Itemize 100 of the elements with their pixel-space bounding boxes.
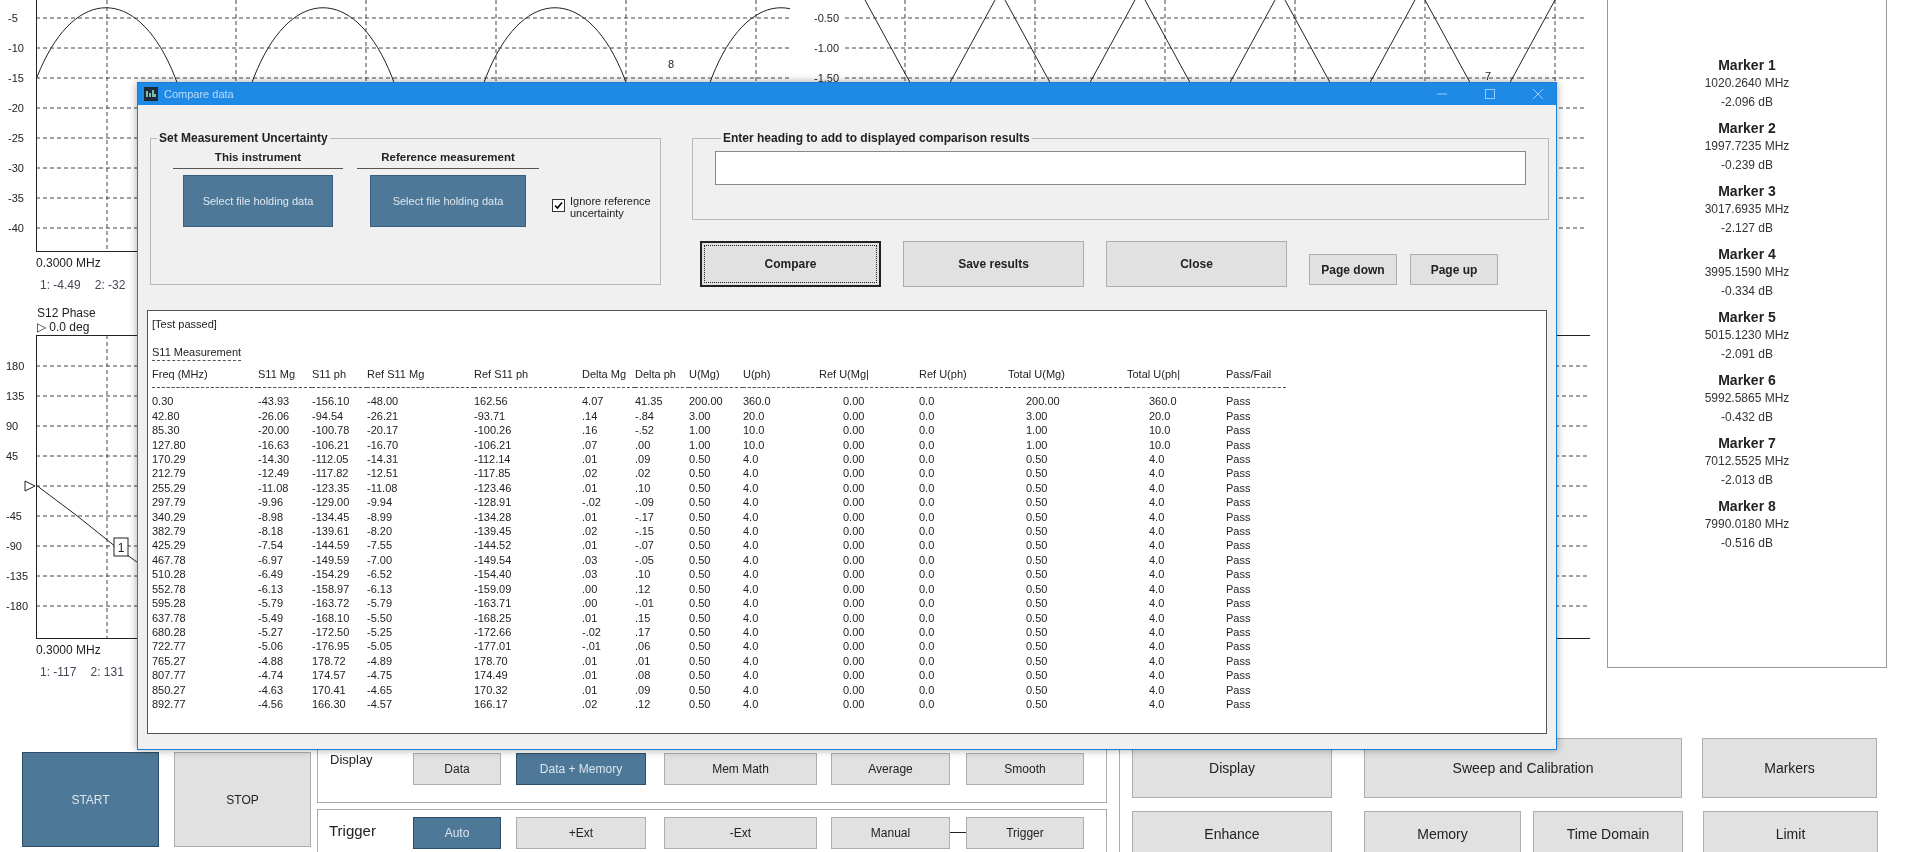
table-cell-text: -106.21 xyxy=(474,437,513,453)
table-cell: 178.72 xyxy=(312,653,367,669)
table-cell: 4.0 xyxy=(1127,567,1226,582)
menu-button[interactable]: Memory xyxy=(1364,811,1521,852)
table-cell: 425.29 xyxy=(152,538,258,553)
table-cell-text: Pass xyxy=(1226,596,1252,611)
table-cell: -5.79 xyxy=(258,596,312,611)
table-cell: 765.27 xyxy=(152,653,258,669)
table-cell: 4.0 xyxy=(1127,639,1226,654)
action-button[interactable]: Save results xyxy=(903,241,1084,287)
table-cell: -149.59 xyxy=(312,552,367,568)
table-cell-text: 4.0 xyxy=(743,466,760,481)
display-option-button[interactable]: Mem Math xyxy=(664,753,817,785)
maximize-icon[interactable] xyxy=(1484,88,1496,100)
table-cell: 0.00 xyxy=(819,653,919,669)
table-cell-text: 0.50 xyxy=(1025,610,1049,625)
action-button[interactable]: Close xyxy=(1106,241,1287,287)
display-option-button[interactable]: Average xyxy=(831,753,950,785)
table-cell-text: 20.0 xyxy=(743,408,766,424)
table-cell-text: Pass xyxy=(1226,653,1252,669)
window-title: Compare data xyxy=(164,88,234,100)
table-cell-text: Pass xyxy=(1226,610,1252,625)
table-cell: -94.54 xyxy=(312,408,367,424)
table-cell: 0.00 xyxy=(819,495,919,510)
table-cell: .10 xyxy=(635,567,689,582)
marker-name: Marker 1 xyxy=(1718,56,1776,74)
table-cell: 0.50 xyxy=(689,552,743,568)
trigger-option-button[interactable]: Manual xyxy=(831,816,950,849)
select-file-button[interactable]: Select file holding data xyxy=(370,175,526,227)
table-cell: 0.50 xyxy=(689,639,743,654)
run-button[interactable]: STOP xyxy=(174,752,311,847)
table-cell: 680.28 xyxy=(152,624,258,640)
group-title: Set Measurement Uncertainty xyxy=(158,131,329,145)
display-option-button[interactable]: Data xyxy=(413,753,501,785)
trigger-option-button[interactable]: Auto xyxy=(413,816,501,849)
page-button[interactable]: Page down xyxy=(1309,254,1397,285)
table-cell: -154.29 xyxy=(312,567,367,582)
table-cell-text: 4.0 xyxy=(743,696,760,712)
table-cell: -.84 xyxy=(635,408,689,424)
table-cell: .02 xyxy=(635,466,689,481)
group-label: Trigger xyxy=(329,821,376,839)
table-cell: -8.99 xyxy=(367,509,474,525)
heading-input-field[interactable] xyxy=(715,151,1526,185)
table-cell: .00 xyxy=(635,437,689,453)
table-cell-text: 0.50 xyxy=(1025,495,1049,510)
axis-tick-label: -10 xyxy=(7,41,25,56)
table-cell-text: 4.0 xyxy=(743,610,760,625)
table-cell: -5.49 xyxy=(258,610,312,625)
marker-frequency: 3017.6935 MHz xyxy=(1704,201,1790,218)
menu-button[interactable]: Markers xyxy=(1702,738,1877,798)
table-cell-text: 0.50 xyxy=(1025,567,1049,582)
table-cell-text: 0.0 xyxy=(919,495,936,510)
table-cell-text: 1.00 xyxy=(1025,437,1049,453)
table-cell: 0.50 xyxy=(689,480,743,496)
display-option-button[interactable]: Data + Memory xyxy=(516,753,646,785)
table-cell-text: 0.0 xyxy=(919,696,936,712)
menu-button[interactable]: Enhance xyxy=(1132,811,1332,852)
table-cell: 0.00 xyxy=(819,423,919,438)
table-cell: 0.50 xyxy=(689,524,743,539)
trigger-option-button[interactable]: -Ext xyxy=(664,816,817,849)
marker-frequency: 5015.1230 MHz xyxy=(1704,327,1790,344)
table-cell: -117.82 xyxy=(312,466,367,481)
table-cell-text: 0.50 xyxy=(1025,552,1049,568)
close-icon[interactable] xyxy=(1532,88,1544,100)
marker-frequency: 3995.1590 MHz xyxy=(1704,264,1790,281)
run-button[interactable]: START xyxy=(22,752,159,847)
table-cell: .03 xyxy=(582,552,635,568)
display-option-button[interactable]: Smooth xyxy=(966,753,1084,785)
table-cell-text: Pass xyxy=(1226,624,1252,640)
table-cell-text: 4.0 xyxy=(743,538,760,553)
action-button[interactable]: Compare xyxy=(700,241,881,287)
table-cell: 0.50 xyxy=(689,495,743,510)
table-cell: -20.00 xyxy=(258,423,312,438)
reference-triangle-icon xyxy=(24,480,36,492)
trigger-option-button[interactable]: +Ext xyxy=(516,816,646,849)
checkbox[interactable] xyxy=(552,199,565,212)
marker-name: Marker 6 xyxy=(1718,371,1776,389)
table-cell-text: 0.50 xyxy=(1025,596,1049,611)
table-cell: 4.07 xyxy=(582,387,635,409)
table-cell-text: .01 xyxy=(582,452,599,467)
table-cell: 3.00 xyxy=(689,408,743,424)
table-cell: 4.0 xyxy=(1127,696,1226,712)
table-cell: -16.63 xyxy=(258,437,312,453)
menu-button[interactable]: Limit xyxy=(1703,811,1878,852)
plot-title: S12 Phase xyxy=(37,306,96,320)
table-cell: -100.78 xyxy=(312,423,367,438)
table-cell: 0.50 xyxy=(689,653,743,669)
table-cell: 0.50 xyxy=(689,509,743,525)
table-cell: -123.35 xyxy=(312,480,367,496)
page-button[interactable]: Page up xyxy=(1410,254,1498,285)
table-cell-text: -.02 xyxy=(582,624,602,640)
table-cell-text: Pass xyxy=(1226,452,1252,467)
table-cell: 4.0 xyxy=(1127,581,1226,597)
select-file-button[interactable]: Select file holding data xyxy=(183,175,333,227)
menu-button[interactable]: Time Domain xyxy=(1533,811,1683,852)
table-cell: -106.21 xyxy=(312,437,367,453)
table-cell: -163.72 xyxy=(312,596,367,611)
group-title: Enter heading to add to displayed comparison results xyxy=(722,131,1031,145)
trigger-option-button[interactable]: Trigger xyxy=(966,816,1084,849)
table-cell: 200.00 xyxy=(1008,387,1127,409)
